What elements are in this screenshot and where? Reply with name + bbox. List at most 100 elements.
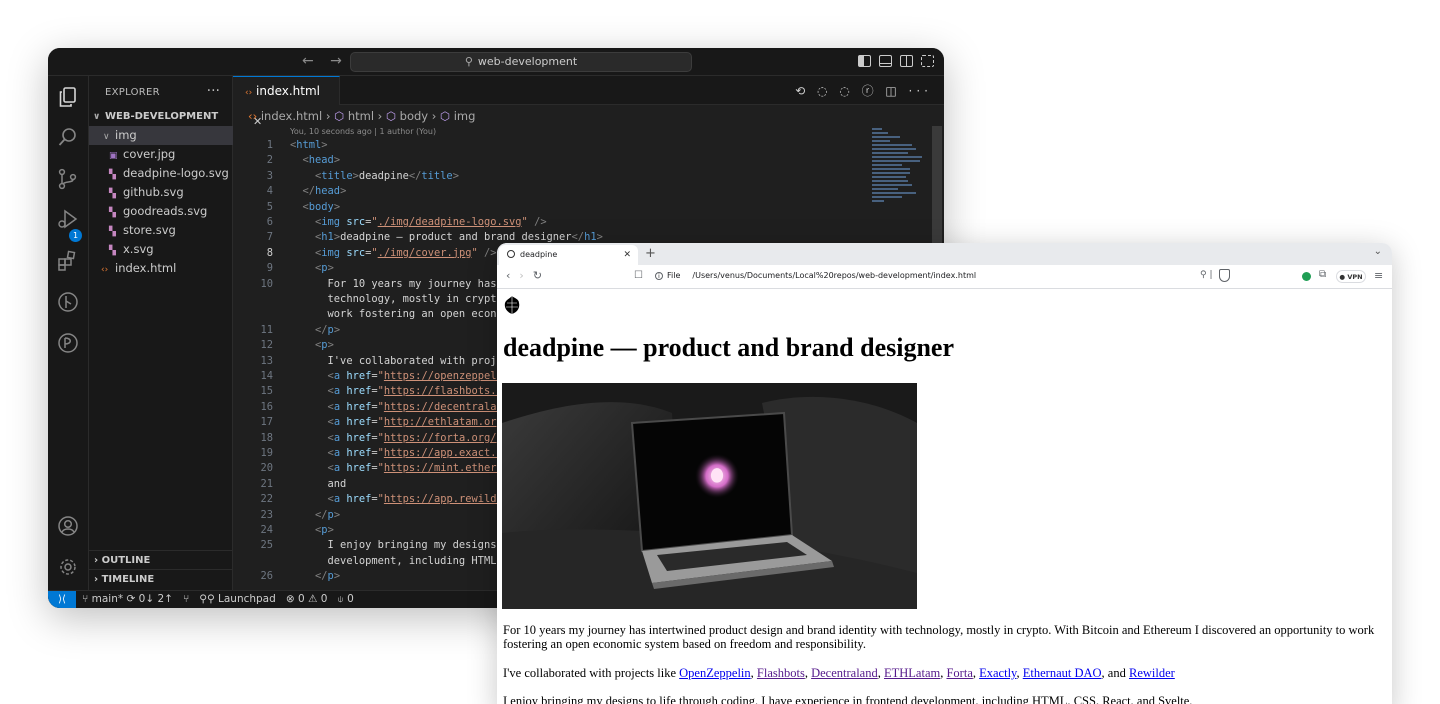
vpn-button[interactable]: ● VPN xyxy=(1336,270,1366,283)
run-debug-icon[interactable] xyxy=(57,208,79,230)
workspace-folder[interactable]: ∨ WEB-DEVELOPMENT xyxy=(89,107,233,126)
menu-icon[interactable]: ≡ xyxy=(1374,269,1383,282)
tree-item-label: index.html xyxy=(115,261,177,275)
source-control-icon[interactable] xyxy=(57,168,79,190)
tree-item-goodreads[interactable]: ▚ goodreads.svg xyxy=(89,202,233,221)
search-icon: ⚲ xyxy=(464,55,473,68)
tree-item-store[interactable]: ▚ store.svg xyxy=(89,221,233,240)
editor-actions[interactable]: ⟲ ◌ ◌ ⓡ ◫ ··· xyxy=(795,82,932,99)
vpn-label: VPN xyxy=(1347,273,1363,281)
line-number: 13 xyxy=(260,354,273,367)
extension-icon[interactable] xyxy=(1302,272,1311,281)
line-number: 21 xyxy=(260,477,273,490)
git-graph-status-icon[interactable]: ⑂ xyxy=(183,593,189,605)
command-center-label: web-development xyxy=(477,55,578,68)
back-icon[interactable]: ‹ xyxy=(506,269,519,282)
navigation-buttons[interactable]: ‹›↻ xyxy=(506,269,551,282)
tree-item-cover[interactable]: ▣ cover.jpg xyxy=(89,145,233,164)
command-center-search[interactable]: ⚲ web-development xyxy=(350,52,692,72)
launchpad-status[interactable]: Launchpad xyxy=(218,593,276,605)
tree-item-label: goodreads.svg xyxy=(123,204,208,218)
search-icon[interactable] xyxy=(57,126,79,148)
line-number: 9 xyxy=(266,262,273,275)
reload-icon[interactable]: ↻ xyxy=(533,269,551,282)
zoom-icon[interactable]: ⚲ | xyxy=(1200,270,1213,280)
toggle-sidebar-icon[interactable] xyxy=(858,55,871,67)
tree-item-github[interactable]: ▚ github.svg xyxy=(89,183,233,202)
line-number: 18 xyxy=(260,431,273,444)
account-icon[interactable] xyxy=(57,515,79,537)
tree-item-label: cover.jpg xyxy=(123,147,176,161)
tree-item-deadpine-logo[interactable]: ▚ deadpine-logo.svg xyxy=(89,164,233,183)
status-items: ⑂ main* ⟳ 0↓ 2↑ ⑂ ⚲⚲ Launchpad ⊗ 0 ⚠ 0 ⍦… xyxy=(82,591,354,608)
git-graph-icon[interactable] xyxy=(57,291,79,313)
ports-icon: ⍦ xyxy=(337,593,348,605)
launchpad-icon: ⚲⚲ xyxy=(199,593,218,605)
new-tab-button[interactable]: + xyxy=(645,246,656,261)
line-number: 1 xyxy=(266,139,273,151)
toggle-panel-icon[interactable] xyxy=(879,55,892,67)
favicon-icon xyxy=(507,250,515,258)
close-tab-icon[interactable]: ✕ xyxy=(623,245,631,265)
link-ethlatam[interactable]: ETHLatam xyxy=(884,666,940,680)
branch-status[interactable]: main* xyxy=(92,593,124,605)
site-info-icon[interactable]: i xyxy=(655,272,663,280)
element-icon: ⬡ xyxy=(334,109,345,123)
link-rewilder[interactable]: Rewilder xyxy=(1129,666,1175,680)
remote-explorer-icon[interactable] xyxy=(57,332,79,354)
link-forta[interactable]: Forta xyxy=(946,666,972,680)
extensions-icon[interactable] xyxy=(57,250,79,272)
line-number: 23 xyxy=(260,508,273,521)
history-nav[interactable]: ← → xyxy=(302,53,348,69)
tree-item-x[interactable]: ▚ x.svg xyxy=(89,240,233,259)
breadcrumb-item[interactable]: img xyxy=(454,109,476,123)
manage-gear-icon[interactable] xyxy=(57,556,79,578)
tab-search-chevron-icon[interactable]: ⌄ xyxy=(1374,246,1382,257)
breadcrumb-item[interactable]: body xyxy=(400,109,428,123)
toggle-secondary-sidebar-icon[interactable] xyxy=(900,55,913,67)
line-number: 26 xyxy=(260,570,273,583)
outline-section[interactable]: › OUTLINE xyxy=(89,550,233,569)
link-exactly[interactable]: Exactly xyxy=(979,666,1016,680)
intro-paragraph: For 10 years my journey has intertwined … xyxy=(503,623,1375,651)
line-number: 22 xyxy=(260,493,273,506)
line-number: 15 xyxy=(260,385,273,398)
sync-status[interactable]: 0↓ 2↑ xyxy=(139,593,173,605)
line-number: 17 xyxy=(260,416,273,429)
tree-item-label: store.svg xyxy=(123,223,176,237)
tree-item-img[interactable]: ∨ img xyxy=(89,126,233,145)
address-bar[interactable]: i File/Users/venus/Documents/Local%20repo… xyxy=(655,271,976,280)
minimap[interactable] xyxy=(868,126,940,226)
breadcrumb-item[interactable]: index.html xyxy=(261,109,322,123)
ports-status[interactable]: 0 xyxy=(347,593,354,605)
link-decentraland[interactable]: Decentraland xyxy=(811,666,878,680)
tab-index-html[interactable]: ‹› index.html ✕ xyxy=(233,76,340,128)
forward-icon[interactable]: › xyxy=(519,269,532,282)
source-control-badge: 1 xyxy=(69,229,82,242)
explorer-more-icon[interactable]: ··· xyxy=(207,83,220,99)
customize-layout-icon[interactable] xyxy=(921,55,934,67)
explorer-title: EXPLORER xyxy=(105,87,160,98)
line-number: 5 xyxy=(266,200,273,213)
extensions-puzzle-icon[interactable]: ⧉ xyxy=(1319,269,1326,280)
html-file-icon: ‹› xyxy=(248,109,258,123)
collaborations-intro: I've collaborated with projects like xyxy=(503,666,680,680)
collaborations-and: , and xyxy=(1101,666,1129,680)
link-openzeppelin[interactable]: OpenZeppelin xyxy=(679,666,751,680)
outline-label: OUTLINE xyxy=(101,555,151,566)
bookmark-icon[interactable]: ☐ xyxy=(634,270,643,281)
timeline-section[interactable]: › TIMELINE xyxy=(89,569,233,588)
link-ethernaut-dao[interactable]: Ethernaut DAO xyxy=(1023,666,1102,680)
breadcrumb-item[interactable]: html xyxy=(348,109,374,123)
tab-strip: deadpine ✕ + ⌄ xyxy=(497,243,1392,265)
sync-icon: ⟳ xyxy=(126,593,136,605)
explorer-icon[interactable] xyxy=(57,86,79,108)
element-icon: ⬡ xyxy=(440,109,451,123)
link-flashbots[interactable]: Flashbots xyxy=(757,666,805,680)
remote-indicator-icon[interactable]: ⟩⟨ xyxy=(48,591,76,608)
problems-status[interactable]: ⊗ 0 ⚠ 0 xyxy=(286,593,328,605)
web-page: deadpine — product and brand designer Fo… xyxy=(497,289,1392,704)
tree-item-index-html[interactable]: ‹› index.html xyxy=(89,259,233,278)
brave-shield-icon[interactable] xyxy=(1219,269,1230,282)
browser-tab[interactable]: deadpine ✕ xyxy=(499,245,638,265)
